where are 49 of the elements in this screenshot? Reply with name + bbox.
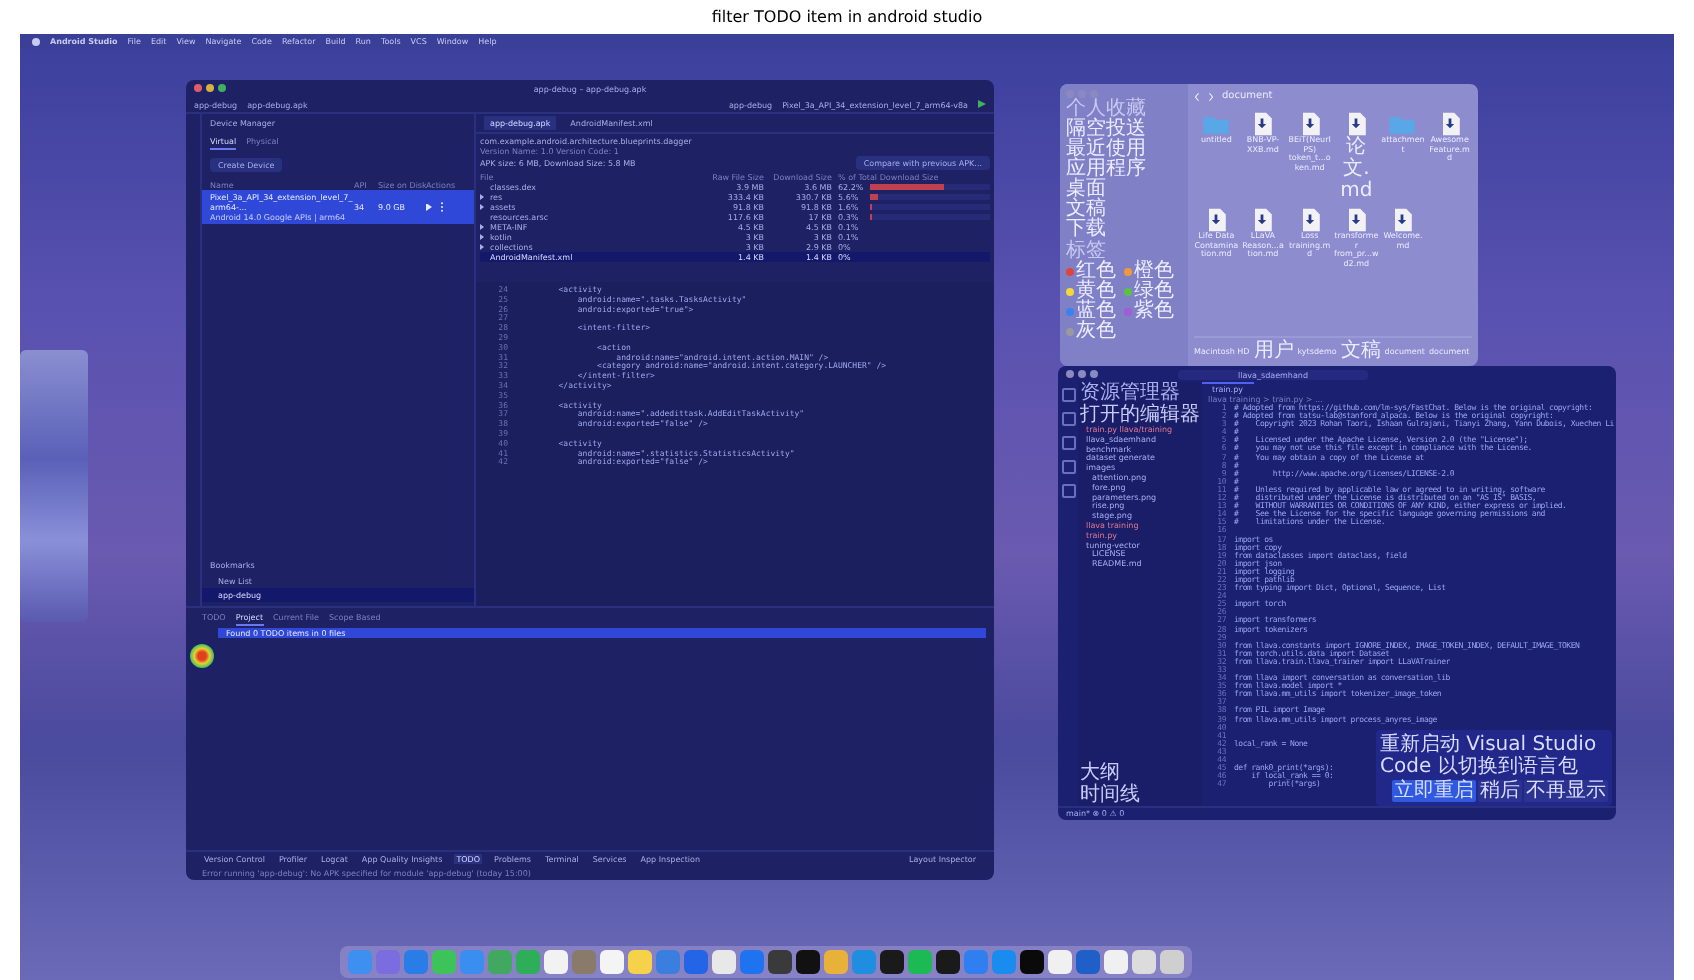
notification-text: 重新启动 Visual Studio Code 以切换到语言包 [1380,734,1599,778]
notification-button[interactable]: 稍后 [1478,780,1522,802]
close-icon[interactable] [194,84,202,92]
sidebar-item[interactable]: 黄色 [1076,282,1116,302]
sidebar-item[interactable]: 橙色 [1134,262,1174,282]
app-icon[interactable] [600,950,624,974]
app-icon[interactable] [768,950,792,974]
play-icon[interactable] [426,203,432,211]
app-icon[interactable] [1048,950,1072,974]
sidebar-item[interactable]: 应用程序 [1066,160,1182,180]
app-icon[interactable] [1132,950,1156,974]
minimize-icon[interactable] [206,84,214,92]
sidebar-item[interactable]: 文稿 [1066,200,1182,220]
sidebar-item[interactable]: 灰色 [1076,322,1116,342]
apple-icon[interactable] [32,37,40,45]
run-icon[interactable] [978,100,986,108]
sidebar-item[interactable]: 最近使用 [1066,140,1182,160]
section-header[interactable]: 打开的编辑器 [1078,404,1202,426]
app-icon[interactable] [880,950,904,974]
section-header[interactable]: 时间线 [1078,784,1202,806]
sidebar-header: 个人收藏 [1066,100,1148,120]
sidebar-item[interactable]: 红色 [1076,262,1116,282]
section-header[interactable]: 大纲 [1078,762,1202,784]
cursor-highlight-icon [190,644,214,668]
zoom-icon[interactable] [218,84,226,92]
app-icon[interactable] [1104,950,1128,974]
back-icon[interactable] [1194,91,1200,101]
sidebar-item[interactable]: 绿色 [1134,282,1174,302]
app-icon[interactable] [1020,950,1044,974]
minimize-icon[interactable] [1078,370,1086,378]
app-icon[interactable] [936,950,960,974]
sidebar-item[interactable]: 隔空投送 [1066,120,1182,140]
sidebar-item[interactable]: 紫色 [1134,302,1174,322]
sidebar-header: 标签 [1066,242,1106,262]
sidebar-header: 资源管理器 [1078,382,1182,404]
sidebar-item[interactable]: 蓝色 [1076,302,1116,322]
app-icon[interactable] [712,950,736,974]
stage-manager-thumbnails[interactable] [20,350,88,622]
notification-button[interactable]: 立即重启 [1392,780,1476,802]
app-icon[interactable] [796,950,820,974]
sidebar-item[interactable]: 桌面 [1066,180,1182,200]
app-icon[interactable] [628,950,652,974]
forward-icon[interactable] [1208,91,1214,101]
close-icon[interactable] [1066,370,1074,378]
page-title: filter TODO item in android studio [711,6,983,30]
notification-button[interactable]: 不再显示 [1524,780,1608,802]
sidebar-item[interactable]: 下载 [1066,220,1182,240]
app-icon[interactable] [544,950,568,974]
zoom-icon[interactable] [1090,370,1098,378]
